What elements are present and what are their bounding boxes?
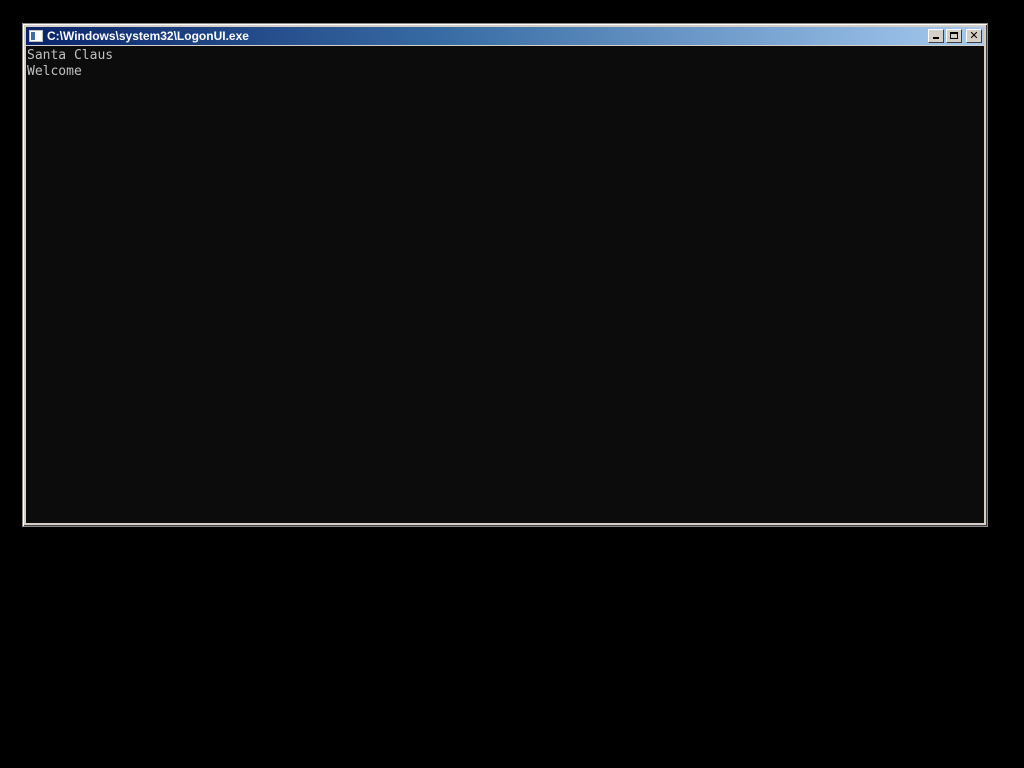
title-bar[interactable]: C:\Windows\system32\LogonUI.exe ✕: [26, 27, 984, 45]
console-window-icon[interactable]: [29, 30, 43, 42]
console-line: Santa Claus: [27, 48, 114, 63]
maximize-icon: [950, 32, 958, 39]
minimize-button[interactable]: [928, 29, 944, 43]
desktop-background: C:\Windows\system32\LogonUI.exe ✕ Santa …: [0, 0, 1024, 768]
close-button[interactable]: ✕: [966, 29, 982, 43]
close-icon: ✕: [969, 29, 979, 42]
maximize-button[interactable]: [946, 29, 962, 43]
console-window[interactable]: C:\Windows\system32\LogonUI.exe ✕ Santa …: [22, 23, 988, 527]
window-controls: ✕: [928, 29, 982, 43]
console-line: Welcome: [27, 64, 82, 79]
window-title: C:\Windows\system32\LogonUI.exe: [47, 29, 249, 43]
minimize-icon: [933, 37, 939, 39]
console-output[interactable]: Santa Claus Welcome: [26, 46, 984, 523]
